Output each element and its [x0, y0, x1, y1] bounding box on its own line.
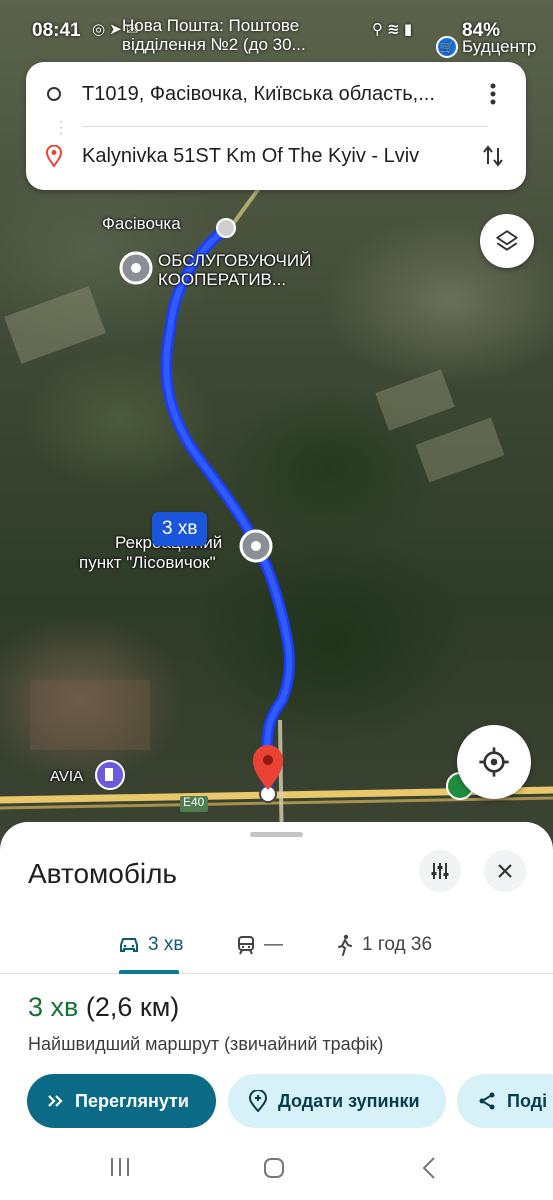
car-icon: [120, 938, 138, 952]
shopping-cart-icon: 🛒: [436, 36, 458, 58]
origin-row[interactable]: Т1019, Фасівочка, Київська область,...: [26, 64, 526, 124]
destination-field[interactable]: Kalynivka 51ST Km Of The Kyiv - Lviv: [82, 145, 452, 168]
layers-button[interactable]: [480, 214, 534, 268]
back-icon[interactable]: [420, 1156, 438, 1180]
poi-pin-rec: [239, 529, 273, 563]
poi-budcentr[interactable]: 🛒 Будцентр: [436, 36, 536, 58]
destination-row[interactable]: Kalynivka 51ST Km Of The Kyiv - Lviv: [26, 126, 526, 186]
map-label-rec-2[interactable]: пункт "Лісовичок": [79, 553, 216, 573]
origin-field[interactable]: Т1019, Фасівочка, Київська область,...: [82, 83, 452, 106]
close-icon: [498, 864, 512, 878]
my-location-button[interactable]: [457, 725, 531, 799]
tab-walk-label: 1 год 36: [362, 934, 433, 955]
origin-circle-icon: [47, 87, 61, 101]
tune-icon: [431, 863, 449, 879]
more-vert-icon: [490, 83, 496, 105]
swap-button[interactable]: [478, 140, 508, 172]
swap-vert-icon: [483, 145, 503, 167]
route-distance: (2,6 км): [85, 992, 180, 1022]
route-description: Найшвидший маршрут (звичайний трафік): [28, 1034, 384, 1054]
preview-button-label: Переглянути: [75, 1090, 189, 1111]
tab-car-label: 3 хв: [148, 934, 184, 955]
share-icon: [479, 1092, 495, 1110]
walk-icon: [338, 934, 352, 956]
home-icon[interactable]: [262, 1156, 286, 1180]
layers-icon: [496, 230, 518, 251]
add-stops-button[interactable]: Додати зупинки: [228, 1074, 446, 1128]
poi-budcentr-label: Будцентр: [462, 37, 537, 56]
double-chevron-icon: [48, 1095, 63, 1107]
route-options-button[interactable]: [419, 850, 461, 892]
recent-apps-icon[interactable]: [108, 1156, 132, 1178]
tab-car[interactable]: 3 хв: [118, 916, 183, 974]
map-label-village: Фасівочка: [102, 214, 181, 233]
destination-pin-icon: [46, 145, 62, 167]
road-label-e40: E40: [183, 795, 205, 809]
gas-station-icon: [95, 760, 125, 790]
notification-title: Нова Пошта: Поштове відділення №2 (до 30…: [122, 16, 306, 54]
origin-marker: [216, 218, 236, 238]
crosshair-icon: [479, 747, 509, 777]
route-duration-chip[interactable]: 3 хв: [152, 512, 208, 546]
add-location-icon: [248, 1090, 268, 1112]
travel-mode-tabs: 3 хв — 1 год 36: [0, 916, 553, 974]
train-icon: [238, 936, 254, 955]
add-stops-button-label: Додати зупинки: [278, 1090, 420, 1111]
map-label-coop[interactable]: ОБСЛУГОВУЮЧИЙ КООПЕРАТИВ...: [158, 251, 328, 289]
route-duration: 3 хв: [28, 992, 79, 1022]
tab-transit[interactable]: —: [236, 916, 283, 974]
sheet-drag-handle[interactable]: [250, 832, 303, 837]
more-options-button[interactable]: [478, 78, 508, 110]
status-time: 08:41: [32, 20, 81, 41]
share-button-label: Поді: [507, 1090, 548, 1111]
preview-button[interactable]: Переглянути: [27, 1074, 216, 1128]
sheet-title: Автомобіль: [28, 858, 178, 889]
tab-transit-label: —: [264, 934, 283, 955]
share-button[interactable]: Поді: [457, 1074, 553, 1128]
directions-card: Т1019, Фасівочка, Київська область,... ·…: [26, 62, 526, 190]
close-button[interactable]: [484, 850, 526, 892]
system-icons: ⚲ ≋ ▮: [372, 21, 413, 38]
poi-pin-coop: [119, 251, 153, 285]
system-nav-bar: [0, 1140, 553, 1200]
map-label-avia[interactable]: AVIA: [50, 768, 83, 785]
tab-walk[interactable]: 1 год 36: [336, 916, 432, 974]
route-summary: 3 хв (2,6 км): [28, 992, 179, 1023]
active-tab-indicator: [119, 970, 179, 974]
route-line: [160, 222, 295, 798]
